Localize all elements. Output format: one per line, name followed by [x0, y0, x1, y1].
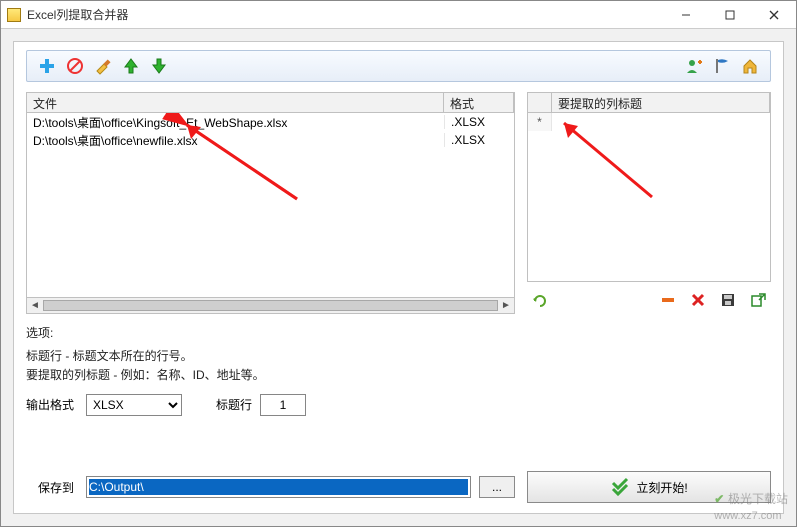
save-to-area: 保存到 C:\Output\ ...: [26, 476, 515, 498]
column-list-panel: 要提取的列标题 *: [527, 92, 771, 282]
start-button[interactable]: 立刻开始!: [527, 471, 771, 503]
format-column-header[interactable]: 格式: [444, 93, 514, 112]
flag-button[interactable]: [710, 54, 734, 78]
title-row-label: 标题行: [216, 396, 252, 413]
options-line2: 要提取的列标题 - 例如：名称、ID、地址等。: [26, 366, 771, 385]
browse-button[interactable]: ...: [479, 476, 515, 498]
arrow-up-icon: [122, 57, 140, 75]
file-grid-body[interactable]: D:\tools\桌面\office\Kingsoft_Et_WebShape.…: [27, 113, 514, 297]
scroll-thumb[interactable]: [43, 300, 498, 311]
file-cell: D:\tools\桌面\office\newfile.xlsx: [27, 132, 444, 149]
file-column-header[interactable]: 文件: [27, 93, 444, 112]
save-to-label: 保存到: [26, 479, 78, 496]
remove-row-button[interactable]: [655, 288, 681, 312]
save-columns-button[interactable]: [715, 288, 741, 312]
export-icon: [749, 291, 767, 309]
minus-icon: [659, 291, 677, 309]
move-down-button[interactable]: [147, 54, 171, 78]
forbid-icon: [66, 57, 84, 75]
user-add-icon: [685, 57, 703, 75]
user-button[interactable]: [682, 54, 706, 78]
table-row[interactable]: D:\tools\桌面\office\Kingsoft_Et_WebShape.…: [27, 113, 514, 131]
close-button[interactable]: [752, 1, 796, 29]
browse-label: ...: [492, 480, 502, 494]
x-icon: [689, 291, 707, 309]
redo-button[interactable]: [527, 288, 553, 312]
save-to-input[interactable]: C:\Output\: [86, 476, 471, 498]
file-list-panel: 文件 格式 D:\tools\桌面\office\Kingsoft_Et_Web…: [26, 92, 515, 314]
options-title: 选项:: [26, 324, 771, 343]
delete-row-button[interactable]: [685, 288, 711, 312]
scroll-left-arrow[interactable]: ◄: [27, 298, 43, 313]
new-row-marker: *: [528, 113, 552, 131]
maximize-button[interactable]: [708, 1, 752, 29]
start-icon: [610, 477, 630, 497]
start-label: 立刻开始!: [636, 479, 687, 496]
title-row-input[interactable]: [260, 394, 306, 416]
output-format-row: 输出格式 XLSX 标题行: [26, 394, 771, 416]
options-line1: 标题行 - 标题文本所在的行号。: [26, 347, 771, 366]
window-title: Excel列提取合并器: [27, 6, 664, 23]
redo-icon: [531, 291, 549, 309]
scroll-right-arrow[interactable]: ►: [498, 298, 514, 313]
format-cell: .XLSX: [444, 115, 514, 129]
inner-panel: 文件 格式 D:\tools\桌面\office\Kingsoft_Et_Web…: [13, 41, 784, 514]
titlebar: Excel列提取合并器: [1, 1, 796, 29]
clear-button[interactable]: [91, 54, 115, 78]
options-section: 选项: 标题行 - 标题文本所在的行号。 要提取的列标题 - 例如：名称、ID、…: [26, 324, 771, 386]
main-toolbar: [26, 50, 771, 82]
content-area: 文件 格式 D:\tools\桌面\office\Kingsoft_Et_Web…: [1, 29, 796, 526]
remove-forbid-button[interactable]: [63, 54, 87, 78]
bottom-row: 保存到 C:\Output\ ... 立刻开始!: [26, 471, 771, 503]
output-format-select[interactable]: XLSX: [86, 394, 182, 416]
format-cell: .XLSX: [444, 133, 514, 147]
column-panel-wrap: 要提取的列标题 *: [527, 92, 771, 314]
floppy-icon: [719, 291, 737, 309]
minimize-button[interactable]: [664, 1, 708, 29]
file-grid-hscroll[interactable]: ◄ ►: [27, 297, 514, 313]
file-grid-header: 文件 格式: [27, 93, 514, 113]
column-actions: [527, 286, 771, 314]
app-icon: [7, 8, 21, 22]
output-format-label: 输出格式: [26, 396, 78, 413]
column-title-cell[interactable]: [552, 113, 770, 131]
column-grid-header: 要提取的列标题: [528, 93, 770, 113]
move-up-button[interactable]: [119, 54, 143, 78]
arrow-down-icon: [150, 57, 168, 75]
save-to-value: C:\Output\: [89, 479, 468, 495]
table-row[interactable]: *: [528, 113, 770, 131]
column-title-header[interactable]: 要提取的列标题: [552, 93, 770, 112]
export-columns-button[interactable]: [745, 288, 771, 312]
middle-area: 文件 格式 D:\tools\桌面\office\Kingsoft_Et_Web…: [26, 92, 771, 314]
home-button[interactable]: [738, 54, 762, 78]
brush-icon: [94, 57, 112, 75]
file-cell: D:\tools\桌面\office\Kingsoft_Et_WebShape.…: [27, 114, 444, 131]
table-row[interactable]: D:\tools\桌面\office\newfile.xlsx .XLSX: [27, 131, 514, 149]
flag-icon: [713, 57, 731, 75]
row-header-blank: [528, 93, 552, 112]
home-icon: [741, 57, 759, 75]
plus-icon: [38, 57, 56, 75]
column-grid-body[interactable]: *: [528, 113, 770, 281]
add-button[interactable]: [35, 54, 59, 78]
